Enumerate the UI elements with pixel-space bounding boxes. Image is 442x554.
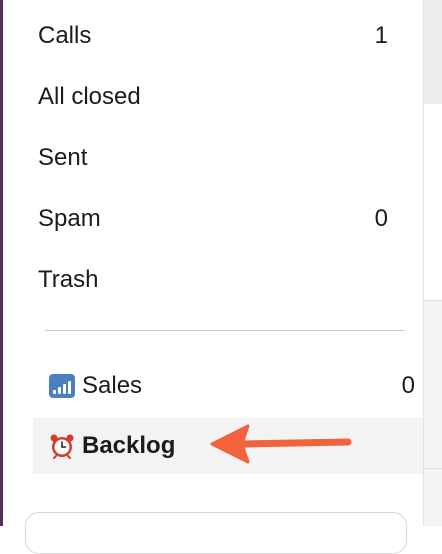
sidebar-item-label: All closed — [38, 83, 141, 110]
folder-sidebar: Calls 1 All closed Sent Spam 0 Trash Sal… — [3, 0, 423, 554]
sidebar-item-sales[interactable]: Sales 0 — [33, 358, 423, 414]
sidebar-item-label: Sales — [82, 372, 143, 399]
sidebar-item-label: Backlog — [82, 432, 176, 459]
alarm-clock-icon — [48, 433, 76, 459]
sidebar-divider — [45, 330, 405, 331]
sidebar-item-all-closed[interactable]: All closed — [38, 73, 388, 121]
sidebar-item-count: 0 — [401, 372, 415, 399]
message-list-edge — [423, 0, 442, 526]
sidebar-item-label: Spam — [38, 205, 101, 232]
sidebar-item-calls[interactable]: Calls 1 — [38, 12, 388, 60]
bottom-card[interactable] — [25, 512, 407, 554]
sidebar-item-trash[interactable]: Trash — [38, 256, 388, 304]
sidebar-item-count: 0 — [374, 205, 388, 232]
sidebar-item-count: 1 — [374, 22, 388, 49]
sidebar-item-label: Sent — [38, 144, 88, 171]
app-frame: Calls 1 All closed Sent Spam 0 Trash Sal… — [0, 0, 442, 554]
sidebar-item-spam[interactable]: Spam 0 — [38, 195, 388, 243]
signal-bars-icon — [48, 374, 76, 398]
sidebar-item-backlog[interactable]: Backlog — [33, 418, 423, 474]
sidebar-item-sent[interactable]: Sent — [38, 134, 388, 182]
sidebar-item-label: Calls — [38, 22, 92, 49]
sidebar-item-label: Trash — [38, 266, 99, 293]
